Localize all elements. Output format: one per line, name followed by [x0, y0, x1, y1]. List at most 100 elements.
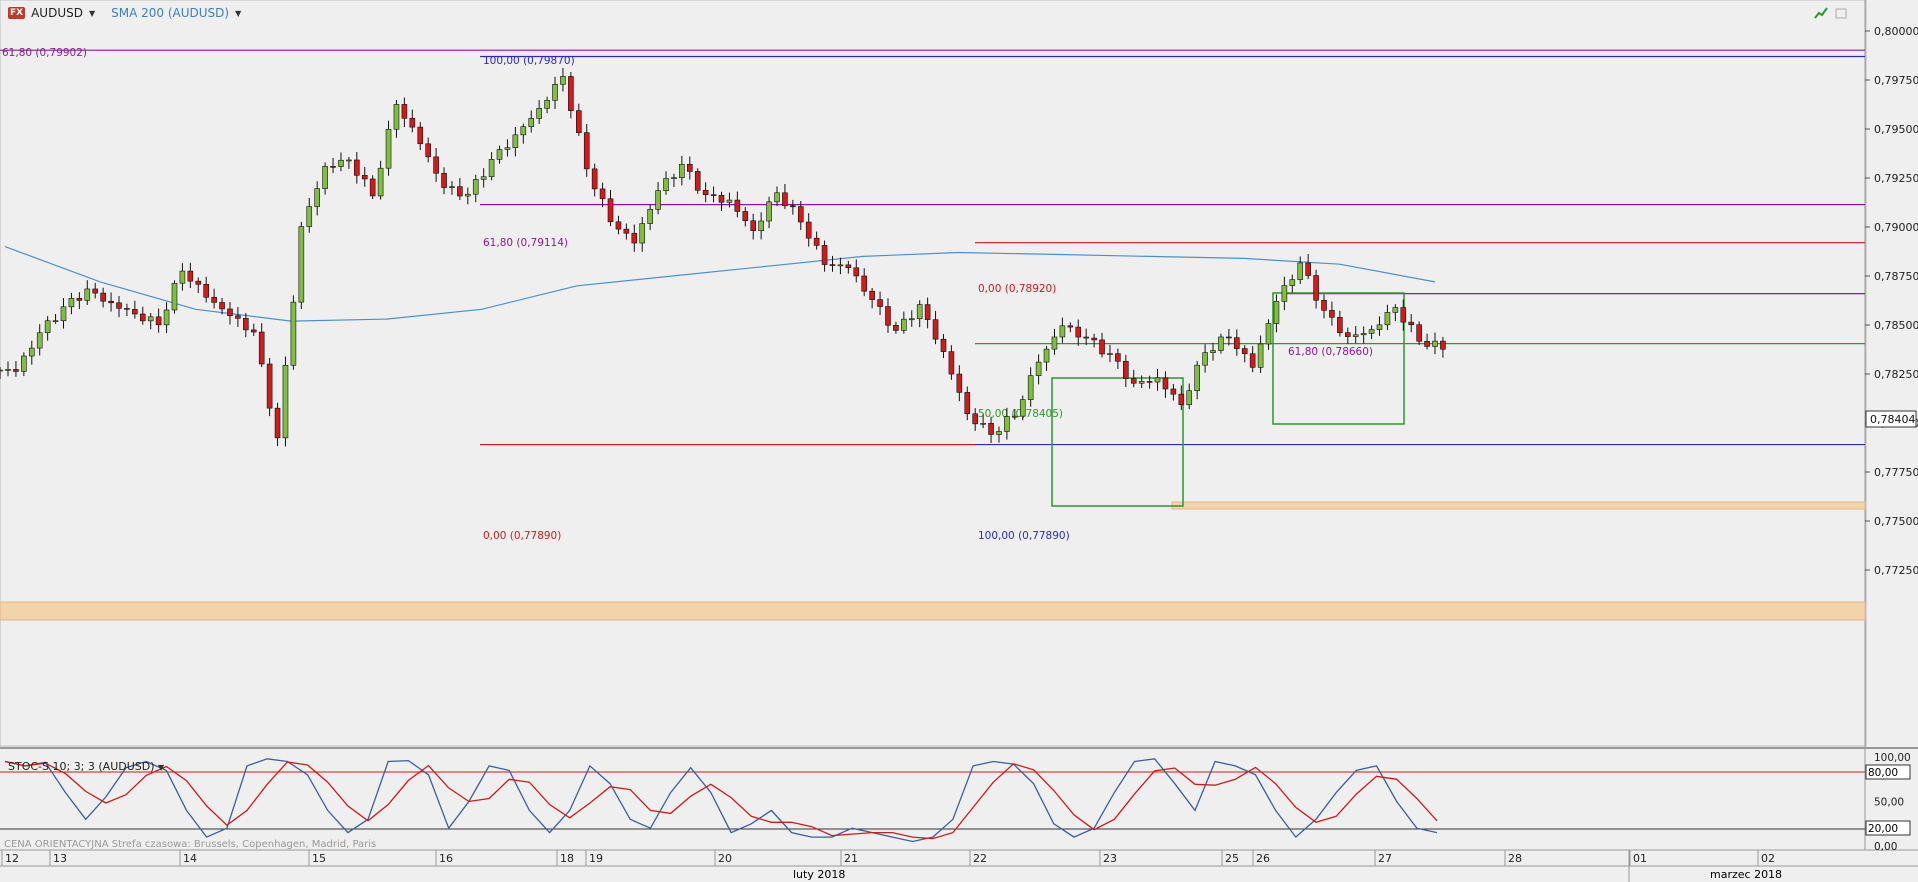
candle-body	[528, 118, 535, 127]
candle-body	[536, 108, 542, 119]
candle-body	[908, 318, 915, 321]
candle-body	[988, 422, 994, 435]
time-tick: 16	[439, 852, 453, 865]
pattern-boxes	[1051, 292, 1405, 507]
candle-body	[1154, 377, 1161, 383]
candle-body	[266, 363, 273, 409]
candle-body	[377, 167, 384, 197]
candle-body	[948, 351, 955, 375]
candle-body	[1432, 340, 1438, 347]
fib-levels: 61,80 (0,79902) 100,00 (0,79870) 61,80 (0,…	[0, 47, 1865, 542]
candle-body	[932, 319, 939, 340]
candle-body	[1241, 348, 1248, 355]
candle-body	[1115, 353, 1121, 362]
candle-body	[409, 118, 416, 128]
time-tick: 27	[1378, 852, 1392, 865]
candle-body	[433, 156, 439, 174]
fib-label: 100,00 (0,79870)	[483, 55, 575, 67]
time-tick: 23	[1103, 852, 1117, 865]
candle-body	[1273, 301, 1280, 324]
candle-body	[1099, 339, 1105, 355]
candle-body	[1313, 275, 1319, 301]
candle-body	[1329, 310, 1335, 318]
price-tick: 0,78250	[1874, 368, 1918, 381]
price-tick: 0,79250	[1874, 172, 1918, 185]
fib-label: 0,00 (0,77890)	[483, 530, 561, 542]
candle-body	[243, 318, 249, 331]
candle-body	[869, 290, 875, 300]
candle-body	[84, 288, 91, 301]
candle-body	[338, 159, 344, 167]
candle-body	[512, 134, 519, 148]
price-tick: 0,80000	[1874, 25, 1918, 38]
candle-body	[465, 193, 471, 197]
candle-body	[44, 320, 51, 334]
candle-body	[1059, 325, 1066, 338]
candle-body	[853, 267, 860, 277]
candle-body	[1162, 377, 1169, 390]
candle-body	[1012, 415, 1018, 418]
candle-body	[306, 206, 313, 227]
candle-body	[385, 128, 392, 169]
candle-body	[797, 206, 804, 223]
candle-body	[354, 159, 360, 176]
candle-body	[1004, 416, 1010, 432]
candle-body	[631, 232, 638, 244]
chevron-down-icon[interactable]: ▼	[158, 763, 164, 772]
candle-body	[694, 171, 701, 191]
candle-body	[1019, 399, 1026, 417]
candle-body	[1337, 317, 1343, 333]
sma-line	[4, 246, 1436, 322]
candle-body	[1392, 307, 1399, 313]
candle-body	[782, 192, 788, 207]
candle-body	[679, 163, 685, 179]
time-tick: 22	[973, 852, 987, 865]
time-tick: 28	[1508, 852, 1522, 865]
candle-body	[298, 226, 305, 303]
candle-body	[639, 223, 646, 244]
candle-body	[147, 316, 154, 322]
candle-body	[901, 318, 907, 331]
fib-label: 100,00 (0,77890)	[978, 530, 1070, 542]
candle-body	[837, 264, 844, 267]
candle-body	[1368, 329, 1375, 334]
candle-body	[560, 76, 566, 85]
price-tick: 0,77500	[1874, 515, 1918, 528]
candle-body	[710, 194, 717, 196]
candle-body	[219, 302, 225, 310]
oscillator-header[interactable]: STOC-S 10; 3; 3 (AUDUSD) ▼	[8, 760, 164, 773]
candle-body	[1067, 325, 1074, 328]
candle-body	[821, 245, 828, 265]
candle-body	[583, 132, 590, 170]
candle-body	[877, 299, 883, 307]
candle-body	[647, 209, 653, 224]
candle-body	[552, 84, 558, 101]
candle-body	[457, 186, 463, 197]
candle-body	[1218, 336, 1224, 351]
candle-body	[100, 292, 106, 302]
candle-body	[1107, 353, 1113, 355]
candle-body	[346, 159, 352, 162]
candle-body	[718, 195, 725, 203]
candle-body	[1043, 348, 1050, 363]
candle-body	[623, 228, 630, 234]
oscillator-label[interactable]: STOC-S 10; 3; 3 (AUDUSD)	[8, 760, 155, 773]
candle-body	[139, 313, 146, 322]
candle-body	[235, 315, 241, 319]
candle-body	[956, 373, 963, 393]
candle-body	[155, 316, 162, 326]
candle-body	[924, 304, 931, 320]
price-axis: 0,80000 0,79750 0,79500 0,79250 0,79000 0,787…	[1865, 25, 1918, 577]
candle-body	[615, 221, 622, 230]
candle-body	[1194, 364, 1200, 392]
chart-canvas[interactable]: 61,80 (0,79902) 100,00 (0,79870) 61,80 (0,…	[0, 0, 1918, 882]
candle-body	[282, 364, 289, 439]
candle-body	[227, 308, 233, 317]
candle-body	[1051, 336, 1058, 350]
time-axis: 12 13 14 15 16 18 19 20 21 22 23 25 26 27 28 01 02	[1, 850, 1775, 866]
candle-body	[211, 296, 217, 303]
candle-body	[203, 283, 209, 298]
time-tick: 01	[1633, 852, 1647, 865]
candle-body	[1408, 321, 1415, 326]
candle-body	[940, 338, 947, 352]
